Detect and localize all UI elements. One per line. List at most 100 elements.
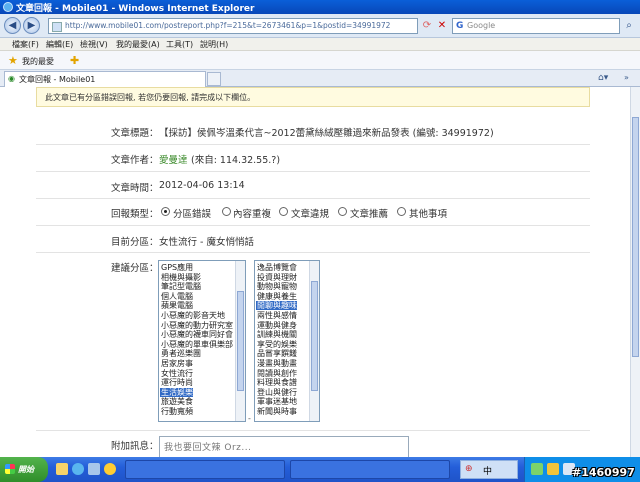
list-option[interactable]: 小惡魔的單車俱樂部	[161, 340, 233, 349]
list-option[interactable]: 訓練與機關	[257, 330, 297, 339]
category-list-main[interactable]: 行動寬頻 旅遊美食 生活娛樂 運行時尚 女性流行 居家房事 勇者巡樂團 小惡魔的單車俱樂部 小惡…	[158, 260, 246, 422]
navigation-bar: ◀ ▶ http://www.mobile01.com/postreport.p…	[0, 14, 640, 38]
list-scrollbar[interactable]	[235, 261, 245, 421]
list-option[interactable]: 個人電腦	[161, 292, 193, 301]
list-option[interactable]: 蘋果電腦	[161, 301, 193, 310]
taskbar: 開始 ⊕ 中	[0, 457, 640, 482]
list-option[interactable]: 軍事迷基地	[257, 397, 297, 406]
language-bar[interactable]: ⊕ 中	[460, 460, 518, 479]
tab-current[interactable]: ◉ 文章回報 - Mobile01	[4, 71, 206, 87]
quicklaunch-messenger-icon[interactable]	[104, 463, 116, 475]
watermark-text: #1460997	[572, 466, 635, 479]
page-scroll-thumb[interactable]	[632, 117, 639, 357]
tab-bar: ◉ 文章回報 - Mobile01 ⌂▾ »	[0, 70, 640, 87]
type-label-category-error: 分區錯誤	[173, 209, 212, 220]
list-option[interactable]: 投資與理財	[257, 273, 297, 282]
list-option[interactable]: 享受的娛樂	[257, 340, 297, 349]
divider	[36, 198, 590, 199]
list-option[interactable]: 運行時尚	[161, 378, 193, 387]
title-label: 文章標題：	[111, 128, 159, 139]
compatibility-icon[interactable]: ⟳	[420, 18, 434, 34]
list-option[interactable]: 品嘗享饌饈	[257, 349, 297, 358]
list-scroll-thumb[interactable]	[237, 291, 244, 391]
list-option[interactable]: 動物與寵物	[257, 282, 297, 291]
forward-button[interactable]: ▶	[23, 17, 40, 34]
list-option[interactable]: 居家房事	[161, 359, 193, 368]
list-option[interactable]: GPS應用	[161, 263, 193, 272]
address-bar[interactable]: http://www.mobile01.com/postreport.php?f…	[48, 18, 418, 34]
list-option[interactable]: 料理與食譜	[257, 378, 297, 387]
favorites-label[interactable]: 我的最愛	[22, 56, 54, 67]
search-input[interactable]: Google	[467, 21, 495, 30]
list-option[interactable]: 健康與養生	[257, 292, 297, 301]
type-radio-duplicate[interactable]	[222, 207, 231, 216]
author-label: 文章作者：	[111, 155, 159, 166]
menu-view[interactable]: 檢視(V)	[80, 39, 108, 50]
menu-file[interactable]: 檔案(F)	[12, 39, 39, 50]
search-box[interactable]: G Google	[452, 18, 620, 34]
type-radio-recommend[interactable]	[338, 207, 347, 216]
current-category-label: 目前分區：	[111, 237, 159, 248]
divider	[36, 144, 590, 145]
type-radio-category-error[interactable]	[161, 207, 170, 216]
stop-button[interactable]: ✕	[435, 18, 449, 34]
star-icon[interactable]: ★	[8, 54, 18, 67]
list-option[interactable]: 兩性與感情	[257, 311, 297, 320]
home-icon[interactable]: ⌂▾	[598, 73, 608, 83]
type-radio-other[interactable]	[397, 207, 406, 216]
list-option[interactable]: 生活娛樂	[160, 387, 193, 397]
current-category-value: 女性流行 - 魔女悄悄話	[159, 237, 254, 248]
menu-tools[interactable]: 工具(T)	[166, 39, 193, 50]
divider	[36, 171, 590, 172]
menu-edit[interactable]: 編輯(E)	[46, 39, 73, 50]
new-tab-button[interactable]	[207, 72, 221, 86]
quicklaunch-folder-icon[interactable]	[56, 463, 68, 475]
tray-network-icon[interactable]	[531, 463, 543, 475]
list-option[interactable]: 小惡魔的影音天地	[161, 311, 225, 320]
type-radio-violation[interactable]	[279, 207, 288, 216]
list-option[interactable]: 筆記型電腦	[161, 282, 201, 291]
list-option[interactable]: 行動寬頻	[161, 407, 193, 416]
tray-security-icon[interactable]	[547, 463, 559, 475]
list-option[interactable]: 旅遊美食	[161, 397, 193, 406]
menu-bar: 檔案(F) 編輯(E) 檢視(V) 我的最愛(A) 工具(T) 說明(H)	[0, 38, 640, 51]
list-option[interactable]: 勇者巡樂團	[161, 349, 201, 358]
list-option[interactable]: 逸品博覽會	[257, 263, 297, 272]
quicklaunch-ie-icon[interactable]	[72, 463, 84, 475]
address-input[interactable]: http://www.mobile01.com/postreport.php?f…	[65, 21, 390, 30]
list-option[interactable]: 小惡魔的動力研究室	[161, 321, 233, 330]
list-option[interactable]: 運動與健身	[257, 321, 297, 330]
author-name[interactable]: 愛曼達	[159, 152, 188, 166]
menu-help[interactable]: 說明(H)	[200, 39, 228, 50]
window-title: 文章回報 - Mobile01 - Windows Internet Explo…	[16, 4, 255, 14]
attach-textarea[interactable]: 我也要回文辣 Orz...	[159, 436, 409, 457]
taskbar-button-2[interactable]	[290, 460, 450, 479]
list-option[interactable]: 登山與健行	[257, 388, 297, 397]
list-scroll-thumb[interactable]	[311, 281, 318, 391]
ime-icon: ⊕	[465, 464, 473, 474]
category-list-sub[interactable]: 新聞與時事 軍事迷基地 登山與健行 料理與食譜 閱讀與創作 漫畫與動畫 品嘗享饌饈 享受的娛樂…	[254, 260, 320, 422]
list-option[interactable]: 閱讀與創作	[257, 369, 297, 378]
start-button[interactable]: 開始	[0, 457, 48, 482]
back-button[interactable]: ◀	[4, 17, 21, 34]
page-scrollbar[interactable]	[630, 87, 640, 457]
list-option[interactable]: 閒聊與趣味	[256, 301, 297, 311]
list-option[interactable]: 新聞與時事	[257, 407, 297, 416]
search-button[interactable]: ⌕	[622, 18, 636, 34]
favorites-bar: ★ 我的最愛 ✚	[0, 51, 640, 70]
type-label-recommend: 文章推薦	[350, 209, 389, 220]
list-option[interactable]: 小惡魔的襪車同好會	[161, 330, 233, 339]
menu-favorites[interactable]: 我的最愛(A)	[116, 39, 160, 50]
list-option[interactable]: 女性流行	[161, 369, 193, 378]
list-option[interactable]: 相機與攝影	[161, 273, 201, 282]
attach-text: 我也要回文辣 Orz...	[164, 443, 252, 453]
quicklaunch-desktop-icon[interactable]	[88, 463, 100, 475]
tools-icon[interactable]: »	[624, 73, 629, 82]
time-label: 文章時間：	[111, 183, 159, 194]
taskbar-button-1[interactable]	[125, 460, 285, 479]
list-scrollbar[interactable]	[309, 261, 319, 421]
divider	[36, 225, 590, 226]
list-option[interactable]: 漫畫與動畫	[257, 359, 297, 368]
time-value: 2012-04-06 13:14	[159, 180, 245, 191]
add-favorite-icon[interactable]: ✚	[70, 54, 79, 67]
